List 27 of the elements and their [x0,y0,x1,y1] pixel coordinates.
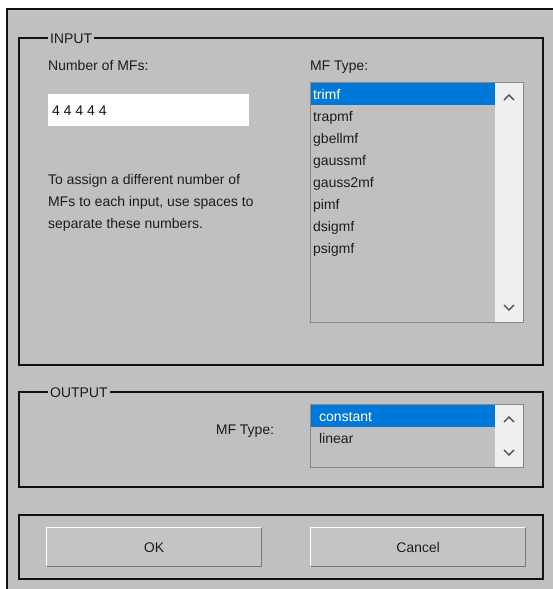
group-title: INPUT [49,30,93,46]
input-field[interactable]: 4 4 4 4 4 [48,94,249,126]
list-item[interactable]: gauss2mf [311,171,495,193]
group-title: OUTPUT [49,384,109,400]
list-box[interactable]: constant linear [310,404,524,468]
scroll-down-icon[interactable] [503,304,515,312]
list-item[interactable]: pimf [311,193,495,215]
field-label: MF Type: [310,56,370,74]
list-item[interactable]: linear [311,427,495,449]
scroll-up-icon[interactable] [503,415,515,423]
list-item[interactable]: trapmf [311,105,495,127]
scrollbar[interactable] [495,83,523,322]
list-item[interactable]: trimf [311,83,495,105]
scrollbar[interactable] [495,405,523,467]
scroll-up-icon[interactable] [503,93,515,101]
list-item[interactable]: constant [311,405,495,427]
list-item[interactable]: gbellmf [311,127,495,149]
field-label: Number of MFs: [48,56,150,74]
help-text: To assign a different number of MFs to each input, use spaces to separate these numbers. [48,170,254,233]
scroll-down-icon[interactable] [503,449,515,457]
list-item[interactable]: dsigmf [311,215,495,237]
ok-button[interactable]: OK [46,527,262,567]
list-box[interactable]: trimf trapmf gbellmf gaussmf gauss2mf pimf dsigmf psigmf [310,82,524,323]
field-label: MF Type: [216,420,274,438]
list-item[interactable]: psigmf [311,237,495,259]
cancel-button[interactable]: Cancel [310,527,526,567]
list-item[interactable]: gaussmf [311,149,495,171]
